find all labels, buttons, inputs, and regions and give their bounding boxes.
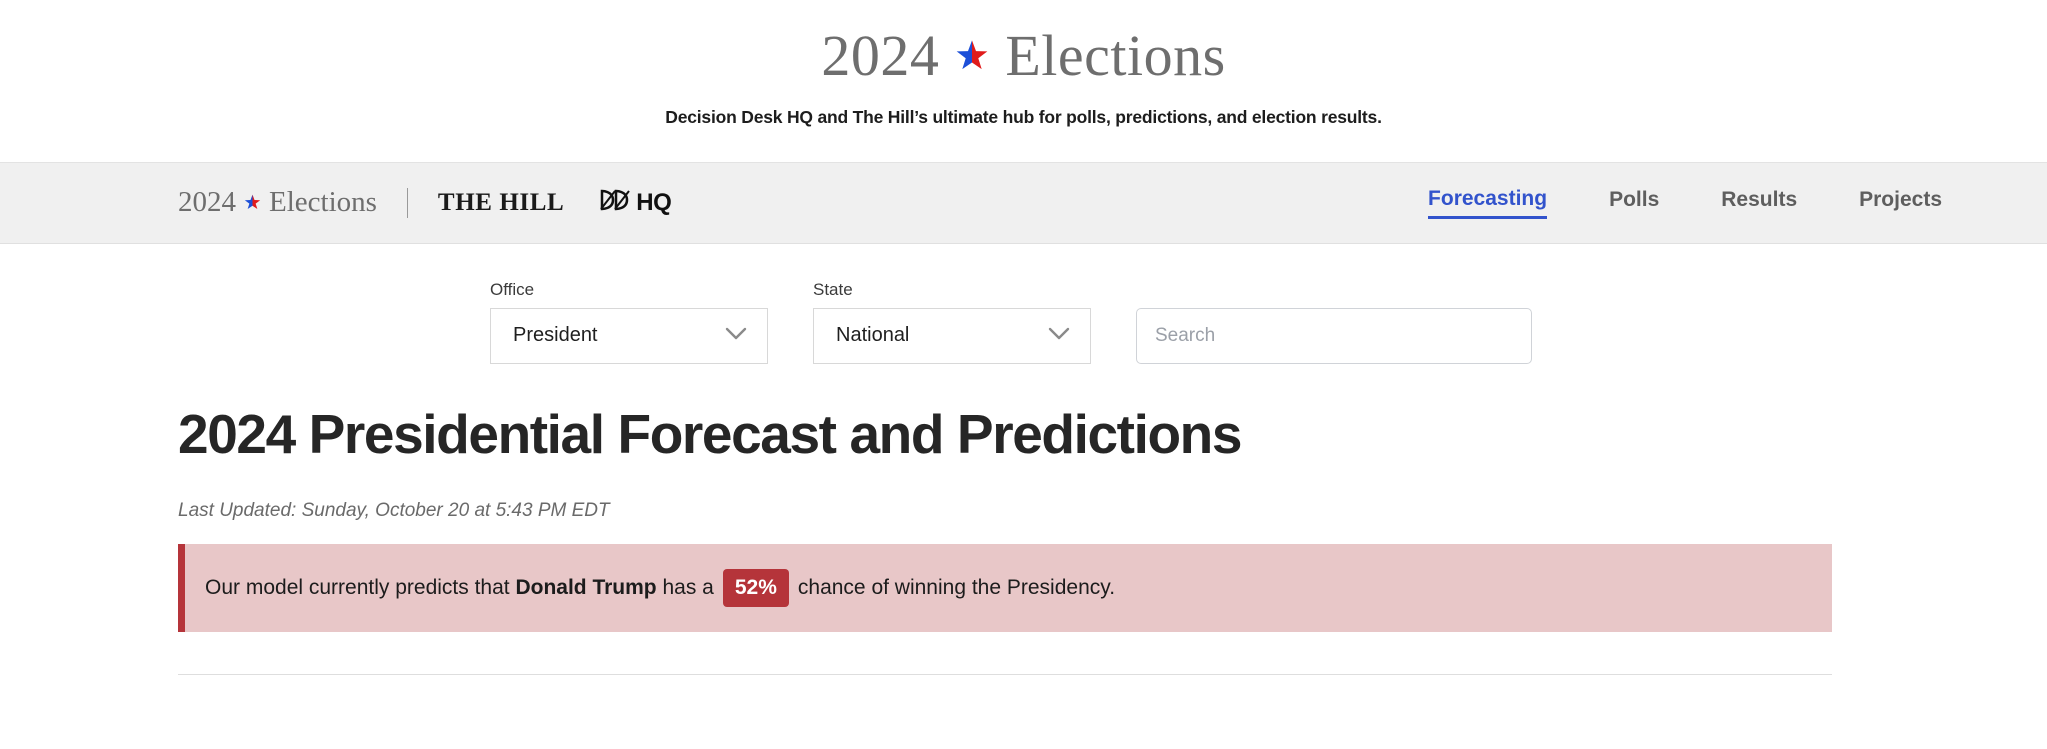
office-filter-label: Office (490, 279, 535, 299)
navbar-brand[interactable]: 2024 Elections (178, 186, 377, 219)
page-content: Office President State National Search 2… (0, 244, 2047, 676)
office-select-value: President (513, 324, 598, 347)
office-filter: Office President (490, 280, 768, 364)
navbar-links: Forecasting Polls Results Projects (1428, 187, 1942, 219)
partner-logo-the-hill[interactable]: THE HILL (438, 189, 564, 217)
last-updated-timestamp: Last Updated: Sunday, October 20 at 5:43… (178, 500, 610, 522)
star-split-blue-red-icon (244, 194, 261, 211)
state-select[interactable]: National (813, 307, 1091, 364)
nav-link-forecasting[interactable]: Forecasting (1428, 187, 1548, 219)
nav-link-polls[interactable]: Polls (1609, 188, 1659, 217)
chevron-down-icon (725, 327, 747, 345)
site-subtitle: Decision Desk HQ and The Hill’s ultimate… (665, 106, 1382, 127)
office-select[interactable]: President (490, 307, 768, 364)
prediction-callout-text: Our model currently predicts that Donald… (205, 569, 1116, 608)
search-filter (1136, 307, 1532, 364)
nav-link-projects[interactable]: Projects (1859, 188, 1942, 217)
state-select-value: National (836, 324, 910, 347)
filter-bar: Office President State National (178, 280, 1942, 364)
site-title: 2024 Elections (0, 23, 2047, 88)
masthead: 2024 Elections Decision Desk HQ and The … (0, 0, 2047, 128)
navbar-brand-year: 2024 (178, 186, 236, 219)
prediction-callout: Our model currently predicts that Donald… (178, 544, 1832, 633)
navbar-brand-word: Elections (269, 186, 377, 219)
partner-logo-ddhq[interactable]: HQ (600, 187, 672, 218)
win-probability-badge: 52% (722, 569, 789, 608)
section-divider (178, 674, 1832, 676)
callout-text-after: chance of winning the Presidency. (797, 576, 1116, 600)
navbar-separator (406, 187, 408, 218)
nav-link-results[interactable]: Results (1721, 188, 1797, 217)
chevron-down-icon (1048, 327, 1070, 345)
callout-text-middle: has a (662, 576, 714, 600)
main-navbar: 2024 Elections THE HILL HQ Forecasting P… (0, 161, 2047, 244)
navbar-brand-group[interactable]: 2024 Elections THE HILL HQ (178, 186, 672, 219)
page-title: 2024 Presidential Forecast and Predictio… (178, 402, 1242, 465)
star-split-blue-red-icon (955, 39, 989, 73)
state-filter: State National (813, 280, 1091, 364)
callout-text-before: Our model currently predicts that (205, 576, 510, 600)
ddhq-monogram-icon (600, 187, 634, 218)
site-title-year: 2024 (821, 23, 940, 88)
site-title-word: Elections (1005, 23, 1226, 88)
callout-candidate-name: Donald Trump (515, 576, 657, 600)
search-input[interactable] (1136, 307, 1532, 364)
ddhq-logo-text: HQ (636, 188, 672, 216)
state-filter-label: State (813, 279, 853, 299)
